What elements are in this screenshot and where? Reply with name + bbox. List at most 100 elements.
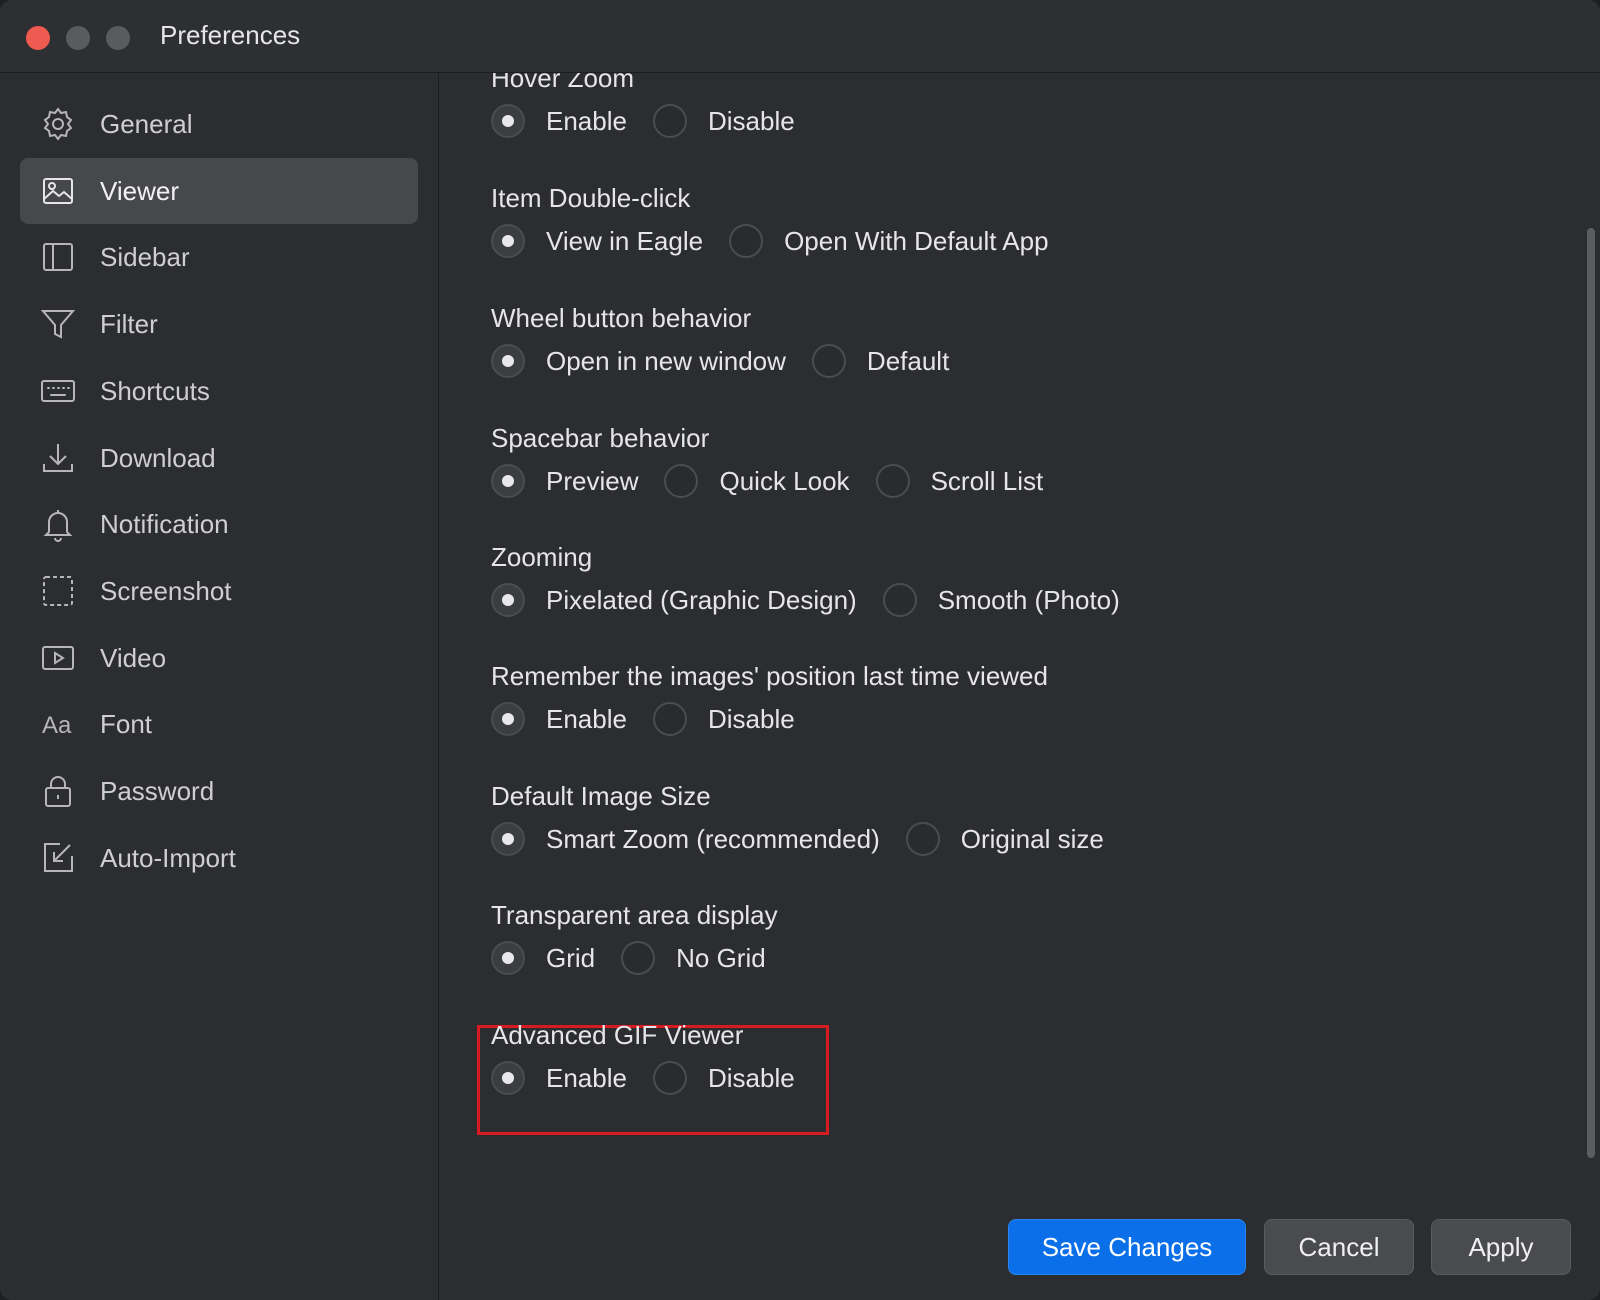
setting-title: Hover Zoom: [491, 73, 635, 93]
radio-label: Open With Default App: [784, 225, 1049, 256]
sidebar-item-font[interactable]: Aa Font: [20, 691, 418, 757]
radio-option[interactable]: Quick Look: [664, 461, 850, 501]
sidebar-item-general[interactable]: General: [20, 91, 418, 157]
setting-group-default-image-size: Default Image Size Smart Zoom (recommende…: [491, 781, 1104, 856]
sidebar-item-label: Video: [100, 642, 167, 673]
preferences-window: Preferences General Viewer Sidebar Filter Sh…: [0, 0, 1600, 1300]
radio-button[interactable]: [905, 822, 940, 856]
settings-panel: Save Changes Cancel Apply Hover Zoom Enab…: [439, 73, 1600, 1300]
radio-button[interactable]: [491, 344, 525, 378]
radio-label: Enable: [546, 703, 627, 734]
radio-option[interactable]: Scroll List: [875, 461, 1044, 501]
radio-button[interactable]: [652, 702, 687, 736]
radio-option[interactable]: Preview: [491, 461, 638, 501]
radio-button[interactable]: [491, 702, 525, 736]
radio-label: Disable: [707, 105, 795, 136]
sidebar-item-viewer[interactable]: Viewer: [20, 157, 418, 224]
close-window-button[interactable]: [26, 26, 50, 50]
radio-group: Enable Disable: [491, 1058, 821, 1098]
setting-group-zooming: Zooming Pixelated (Graphic Design) Smooth …: [491, 542, 1120, 617]
sidebar-item-screenshot[interactable]: Screenshot: [20, 558, 418, 624]
font-icon: Aa: [40, 706, 76, 742]
sidebar-item-download[interactable]: Download: [20, 425, 418, 491]
sidebar-item-label: Sidebar: [100, 242, 190, 273]
radio-button[interactable]: [491, 1061, 525, 1095]
radio-button[interactable]: [882, 583, 917, 617]
radio-label: No Grid: [676, 942, 766, 973]
radio-option[interactable]: Enable: [491, 699, 627, 739]
radio-group: Smart Zoom (recommended) Original size: [491, 819, 1130, 859]
radio-label: Pixelated (Graphic Design): [546, 584, 857, 615]
gear-icon: [40, 106, 76, 142]
sidebar-item-video[interactable]: Video: [20, 625, 418, 691]
sidebar-item-label: Password: [100, 776, 215, 806]
radio-option[interactable]: Disable: [652, 699, 795, 739]
apply-button[interactable]: Apply: [1431, 1219, 1571, 1275]
sidebar: General Viewer Sidebar Filter Shortcuts Downl…: [0, 73, 439, 1300]
radio-button[interactable]: [652, 104, 687, 138]
radio-label: Quick Look: [719, 465, 850, 496]
radio-option[interactable]: Disable: [652, 101, 795, 141]
radio-button[interactable]: [664, 464, 699, 498]
sidebar-item-label: Viewer: [100, 175, 180, 206]
setting-title: Remember the images' position last time …: [491, 661, 1048, 691]
screenshot-icon: [40, 573, 76, 609]
radio-label: Open in new window: [546, 345, 786, 376]
radio-label: Smart Zoom (recommended): [546, 823, 880, 854]
radio-label: Smooth (Photo): [937, 584, 1120, 615]
radio-button[interactable]: [811, 344, 846, 378]
radio-option[interactable]: Open in new window: [491, 341, 786, 381]
setting-title: Spacebar behavior: [491, 423, 710, 453]
radio-label: Grid: [546, 942, 596, 973]
radio-button[interactable]: [491, 941, 525, 975]
radio-option[interactable]: Default: [811, 341, 949, 381]
cancel-button[interactable]: Cancel: [1264, 1219, 1414, 1275]
radio-option[interactable]: Grid: [491, 938, 595, 978]
window-title: Preferences: [160, 20, 301, 50]
zoom-window-button[interactable]: [106, 26, 130, 50]
setting-title: Transparent area display: [491, 900, 778, 930]
radio-option[interactable]: Original size: [905, 819, 1104, 859]
radio-option[interactable]: Smart Zoom (recommended): [491, 819, 880, 859]
radio-group: Pixelated (Graphic Design) Smooth (Photo): [491, 580, 1146, 620]
radio-label: Disable: [707, 703, 795, 734]
radio-option[interactable]: Disable: [652, 1058, 795, 1098]
sidebar-item-notification[interactable]: Notification: [20, 491, 418, 557]
minimize-window-button[interactable]: [66, 26, 90, 50]
radio-button[interactable]: [491, 583, 525, 617]
sidebar-item-label: General: [100, 109, 193, 139]
radio-option[interactable]: Pixelated (Graphic Design): [491, 580, 857, 620]
sidebar-item-label: Shortcuts: [100, 375, 210, 406]
radio-group: View in Eagle Open With Default App: [491, 221, 1075, 261]
filter-icon: [40, 306, 76, 342]
save-changes-button[interactable]: Save Changes: [1008, 1219, 1246, 1275]
radio-label: Scroll List: [930, 465, 1044, 496]
sidebar-item-filter[interactable]: Filter: [20, 291, 418, 357]
sidebar-item-label: Screenshot: [100, 575, 232, 606]
radio-group: Preview Quick Look Scroll List: [491, 461, 1069, 501]
radio-button[interactable]: [875, 464, 910, 498]
radio-option[interactable]: Enable: [491, 1058, 627, 1098]
radio-button[interactable]: [491, 822, 525, 856]
sidebar-item-sidebar[interactable]: Sidebar: [20, 224, 418, 290]
radio-label: Preview: [546, 465, 639, 496]
radio-button[interactable]: [621, 941, 656, 975]
radio-button[interactable]: [491, 104, 525, 138]
radio-option[interactable]: Smooth (Photo): [882, 580, 1120, 620]
radio-button[interactable]: [652, 1061, 687, 1095]
svg-text:Aa: Aa: [42, 712, 72, 739]
radio-option[interactable]: View in Eagle: [491, 221, 703, 261]
radio-group: Enable Disable: [491, 699, 821, 739]
radio-button[interactable]: [729, 224, 764, 258]
sidebar-item-auto-import[interactable]: Auto-Import: [20, 825, 418, 891]
radio-option[interactable]: Open With Default App: [729, 221, 1049, 261]
sidebar-item-shortcuts[interactable]: Shortcuts: [20, 358, 418, 424]
radio-label: View in Eagle: [546, 225, 704, 256]
sidebar-item-password[interactable]: Password: [20, 758, 418, 824]
radio-button[interactable]: [491, 464, 525, 498]
radio-button[interactable]: [491, 224, 525, 258]
radio-option[interactable]: No Grid: [621, 938, 766, 978]
radio-option[interactable]: Enable: [491, 101, 627, 141]
scrollbar-thumb[interactable]: [1587, 228, 1595, 1158]
bell-icon: [40, 506, 76, 543]
